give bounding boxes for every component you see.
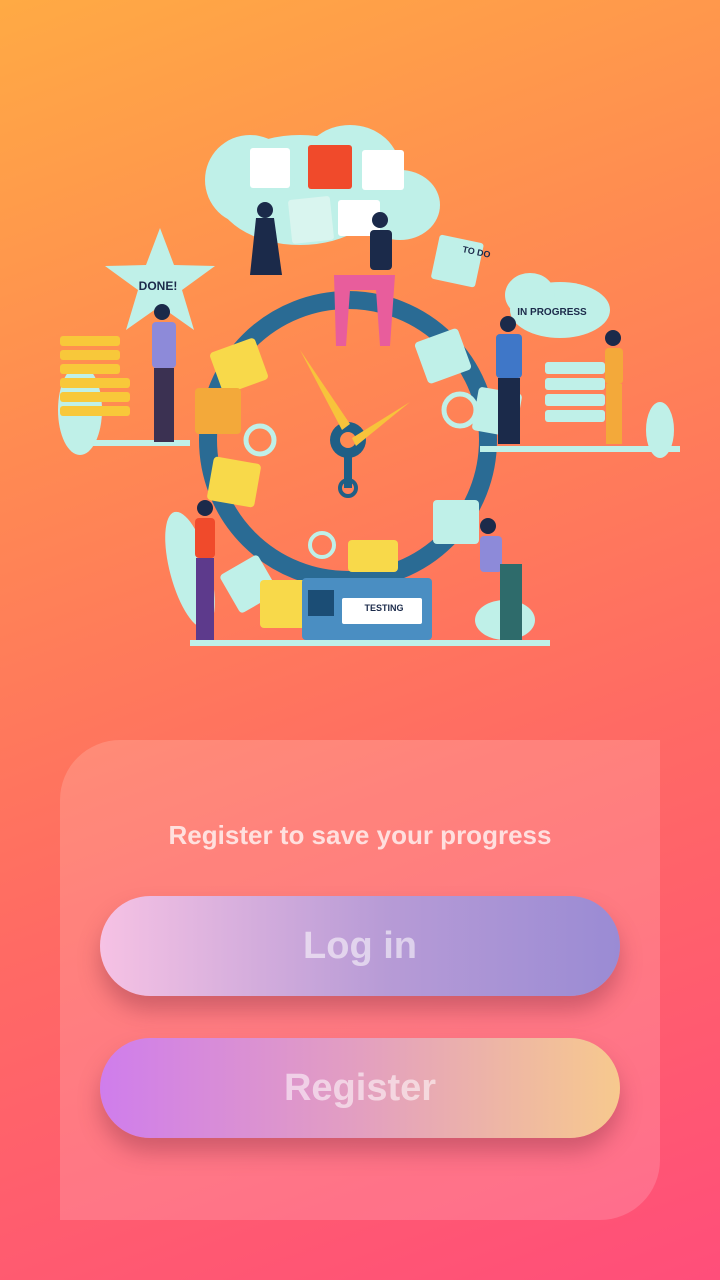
minute-hand <box>352 402 410 446</box>
testing-label: TESTING <box>364 603 403 613</box>
register-button[interactable]: Register <box>100 1038 620 1138</box>
done-label: DONE! <box>139 279 178 293</box>
register-button-label: Register <box>283 1066 437 1109</box>
person-figure <box>605 330 623 444</box>
login-button-label: Log in <box>303 924 417 967</box>
workflow-illustration: DONE! IN PROGRESS TO DO TESTING <box>58 125 680 646</box>
register-tagline: Register to save your progress <box>168 820 552 850</box>
in-progress-cloud <box>505 273 610 338</box>
person-figure <box>195 500 215 640</box>
login-button[interactable]: Log in <box>100 896 620 996</box>
gear-icon <box>441 391 479 429</box>
in-progress-label: IN PROGRESS <box>517 307 587 318</box>
person-figure <box>152 304 176 442</box>
gear-icon <box>243 423 277 457</box>
gear-icon <box>308 531 336 559</box>
hour-hand <box>300 350 350 430</box>
person-figure <box>496 316 522 444</box>
money-stacks <box>545 362 605 422</box>
